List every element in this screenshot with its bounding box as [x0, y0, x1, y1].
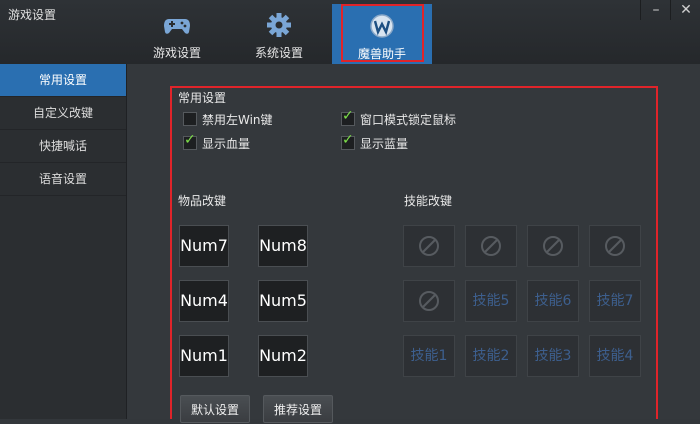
no-entry-icon — [543, 236, 563, 256]
minimize-button[interactable]: – — [640, 0, 671, 20]
tab-label: 游戏设置 — [152, 46, 201, 60]
no-entry-icon — [481, 236, 501, 256]
no-entry-icon — [419, 236, 439, 256]
option-label: 显示血量 — [202, 137, 251, 151]
item-key-num7[interactable]: Num7 — [179, 225, 229, 267]
skill-slot-disabled[interactable] — [403, 280, 455, 322]
tab-system-settings[interactable]: 系统设置 — [229, 8, 329, 64]
no-entry-icon — [605, 236, 625, 256]
tab-warcraft-helper[interactable]: 魔兽助手 — [332, 4, 432, 64]
sidebar: 常用设置 自定义改键 快捷喊话 语音设置 — [0, 64, 127, 419]
skill-slot-disabled[interactable] — [527, 225, 579, 267]
item-key-num2[interactable]: Num2 — [258, 335, 308, 377]
warcraft-logo-icon — [370, 14, 394, 38]
gear-icon — [267, 13, 291, 37]
skill-slot-disabled[interactable] — [589, 225, 641, 267]
skill-slot-disabled[interactable] — [465, 225, 517, 267]
close-button[interactable]: ✕ — [670, 0, 700, 20]
checkbox[interactable]: ✓ — [341, 108, 355, 126]
option-label: 禁用左Win键 — [202, 113, 273, 127]
option-disable-left-win[interactable]: 禁用左Win键 — [183, 112, 273, 128]
sidebar-item-voice-settings[interactable]: 语音设置 — [0, 163, 126, 196]
skill-slot-disabled[interactable] — [403, 225, 455, 267]
item-key-num5[interactable]: Num5 — [258, 280, 308, 322]
sidebar-item-quick-shout[interactable]: 快捷喊话 — [0, 130, 126, 163]
skill-key-5[interactable]: 技能5 — [465, 280, 517, 322]
option-show-health[interactable]: ✓ 显示血量 — [183, 132, 251, 152]
tab-game-settings[interactable]: 游戏设置 — [127, 8, 227, 64]
window-title: 游戏设置 — [8, 8, 57, 22]
title-bar: 游戏设置 – ✕ 游戏设置 系统设置 魔兽助手 — [0, 0, 700, 64]
common-settings-title: 常用设置 — [178, 91, 227, 105]
item-key-num1[interactable]: Num1 — [179, 335, 229, 377]
settings-panel: 常用设置 禁用左Win键 ✓ 窗口模式锁定鼠标 ✓ 显示血量 ✓ 显示蓝量 物品改键 … — [127, 64, 700, 423]
sidebar-item-custom-keys[interactable]: 自定义改键 — [0, 97, 126, 130]
option-lock-mouse-windowed[interactable]: ✓ 窗口模式锁定鼠标 — [341, 108, 457, 128]
sidebar-item-common-settings[interactable]: 常用设置 — [0, 64, 126, 97]
gamepad-icon — [164, 19, 190, 34]
option-show-mana[interactable]: ✓ 显示蓝量 — [341, 132, 409, 152]
tab-label: 系统设置 — [254, 46, 303, 60]
checkmark-icon: ✓ — [342, 132, 354, 148]
option-label: 显示蓝量 — [360, 137, 409, 151]
skill-key-1[interactable]: 技能1 — [403, 335, 455, 377]
skill-key-6[interactable]: 技能6 — [527, 280, 579, 322]
skill-key-2[interactable]: 技能2 — [465, 335, 517, 377]
skill-keys-title: 技能改键 — [404, 194, 453, 208]
checkmark-icon: ✓ — [184, 132, 196, 148]
skill-key-7[interactable]: 技能7 — [589, 280, 641, 322]
checkbox[interactable] — [183, 112, 197, 126]
item-key-num4[interactable]: Num4 — [179, 280, 229, 322]
tab-label: 魔兽助手 — [357, 47, 406, 61]
checkbox[interactable]: ✓ — [183, 132, 197, 150]
item-key-num8[interactable]: Num8 — [258, 225, 308, 267]
option-label: 窗口模式锁定鼠标 — [360, 113, 457, 127]
checkbox[interactable]: ✓ — [341, 132, 355, 150]
skill-key-3[interactable]: 技能3 — [527, 335, 579, 377]
no-entry-icon — [419, 291, 439, 311]
item-keys-title: 物品改键 — [178, 194, 227, 208]
checkmark-icon: ✓ — [342, 108, 354, 124]
skill-key-4[interactable]: 技能4 — [589, 335, 641, 377]
